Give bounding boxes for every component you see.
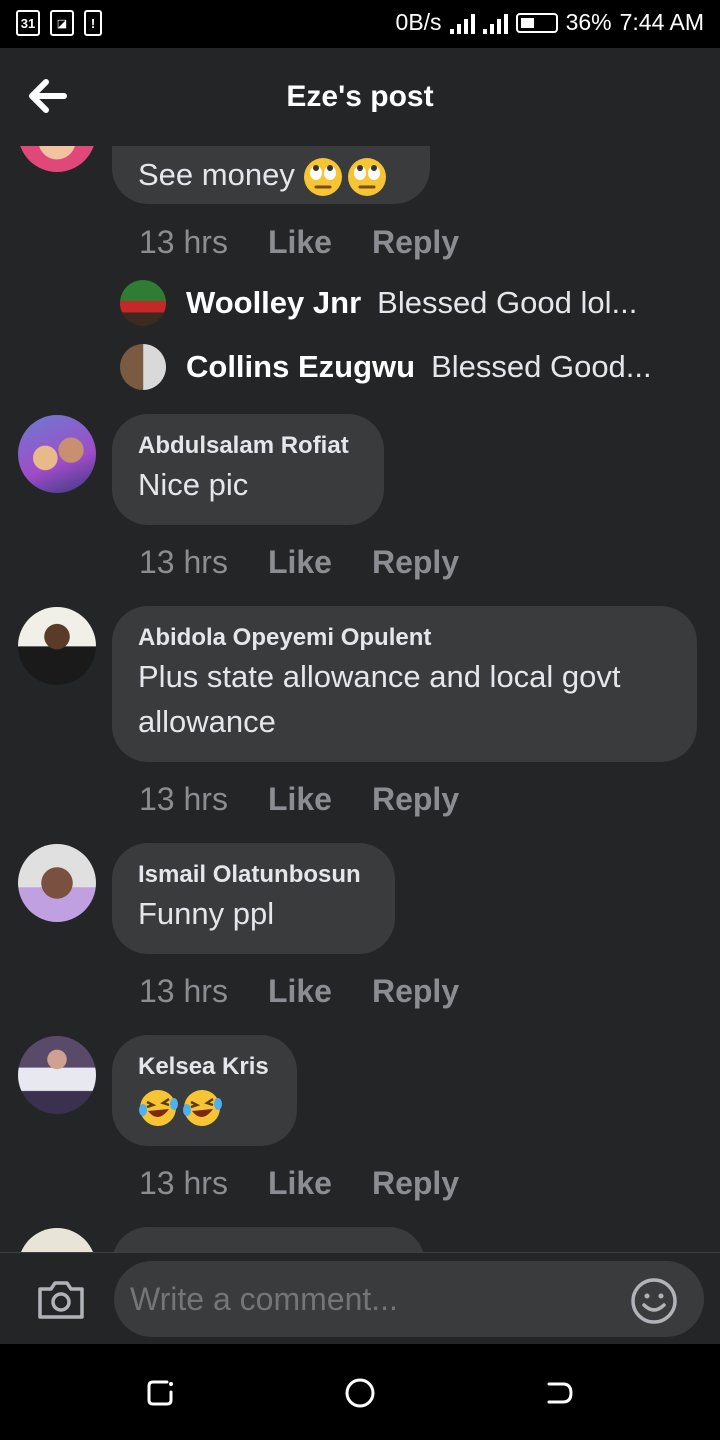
battery-icon: [515, 12, 558, 33]
comment-bubble[interactable]: See money: [112, 146, 430, 204]
timestamp: 13 hrs: [139, 224, 228, 260]
laughing-tears-emoji-icon: [139, 1089, 178, 1126]
emoji-smile-icon[interactable]: [630, 1277, 678, 1325]
comments-list[interactable]: See money 13 hrs Like Reply Woolley Jnr …: [0, 146, 720, 1252]
back-icon[interactable]: [543, 1376, 577, 1410]
comment-text: Nice pic: [138, 467, 249, 502]
top-app-bar: Eze's post: [0, 48, 720, 146]
comment-meta: 13 hrs Like Reply: [139, 224, 459, 261]
clock: 7:44 AM: [619, 9, 704, 35]
reply-author: Collins Ezugwu: [186, 349, 416, 384]
comment-bubble[interactable]: Abdulsalam Rofiat Nice pic: [112, 414, 384, 525]
eye-roll-emoji-icon: [348, 157, 387, 196]
reply-button[interactable]: Reply: [372, 973, 459, 1010]
avatar[interactable]: [18, 146, 96, 172]
alert-icon: !: [84, 10, 102, 36]
comment-meta: 13 hrs Like Reply: [139, 1165, 459, 1202]
avatar[interactable]: [18, 1228, 96, 1252]
timestamp: 13 hrs: [139, 1165, 228, 1201]
comment-meta: 13 hrs Like Reply: [139, 781, 459, 818]
avatar[interactable]: [18, 1036, 96, 1114]
laughing-tears-emoji-icon: [183, 1089, 222, 1126]
comment-author[interactable]: Ismail Olatunbosun: [138, 861, 369, 889]
reply-button[interactable]: Reply: [372, 224, 459, 261]
cast-icon: ◪: [50, 10, 74, 36]
like-button[interactable]: Like: [268, 1165, 332, 1202]
eye-roll-emoji-icon: [304, 157, 343, 196]
comment-bubble[interactable]: Kelsea Kris: [112, 1035, 297, 1146]
reply-author: Woolley Jnr: [186, 285, 362, 320]
reply-preview[interactable]: Woolley Jnr Blessed Good lol...: [120, 280, 637, 326]
comment-text: [138, 1083, 271, 1128]
status-left-icons: 31 ◪ !: [16, 10, 102, 36]
comment-bubble[interactable]: Ismail Olatunbosun Funny ppl: [112, 843, 395, 954]
signal-icon-2: [482, 12, 508, 34]
comment-input[interactable]: [114, 1261, 704, 1337]
reply-button[interactable]: Reply: [372, 1165, 459, 1202]
comment-author[interactable]: Abdulsalam Rofiat: [138, 432, 358, 460]
avatar: [120, 344, 166, 390]
battery-percent: 36%: [565, 9, 612, 35]
timestamp: 13 hrs: [139, 781, 228, 817]
page-title: Eze's post: [286, 80, 434, 113]
reply-text: Blessed Good...: [431, 349, 652, 384]
signal-icon-1: [449, 12, 475, 34]
home-icon[interactable]: [343, 1376, 377, 1410]
like-button[interactable]: Like: [268, 544, 332, 581]
comment-text: Funny ppl: [138, 896, 275, 931]
comment-text: Plus state allowance and local govt allo…: [138, 659, 621, 739]
reply-preview[interactable]: Collins Ezugwu Blessed Good...: [120, 344, 652, 390]
avatar: [120, 280, 166, 326]
network-speed: 0B/s: [395, 9, 442, 35]
comment-bubble[interactable]: Abidola Opeyemi Opulent Plus state allow…: [112, 606, 697, 762]
avatar[interactable]: [18, 607, 96, 685]
comment-author[interactable]: Abidola Opeyemi Opulent: [138, 624, 671, 652]
avatar[interactable]: [18, 415, 96, 493]
comment-meta: 13 hrs Like Reply: [139, 973, 459, 1010]
status-right: 0B/s 36% 7:44 AM: [396, 9, 704, 36]
timestamp: 13 hrs: [139, 973, 228, 1009]
comment-author[interactable]: Kelsea Kris: [138, 1053, 271, 1081]
system-navigation-bar: [0, 1344, 720, 1440]
reply-button[interactable]: Reply: [372, 781, 459, 818]
reply-button[interactable]: Reply: [372, 544, 459, 581]
avatar[interactable]: [18, 844, 96, 922]
like-button[interactable]: Like: [268, 224, 332, 261]
recent-apps-icon[interactable]: [143, 1376, 177, 1410]
comment-meta: 13 hrs Like Reply: [139, 544, 459, 581]
camera-icon[interactable]: [36, 1279, 86, 1321]
like-button[interactable]: Like: [268, 973, 332, 1010]
reply-text: Blessed Good lol...: [377, 285, 638, 320]
like-button[interactable]: Like: [268, 781, 332, 818]
comment-text: See money: [138, 152, 404, 197]
status-bar: 31 ◪ ! 0B/s 36% 7:44 AM: [0, 0, 720, 48]
timestamp: 13 hrs: [139, 544, 228, 580]
comment-composer: [0, 1252, 720, 1344]
calendar-icon: 31: [16, 10, 40, 36]
comment-bubble[interactable]: [112, 1227, 425, 1252]
